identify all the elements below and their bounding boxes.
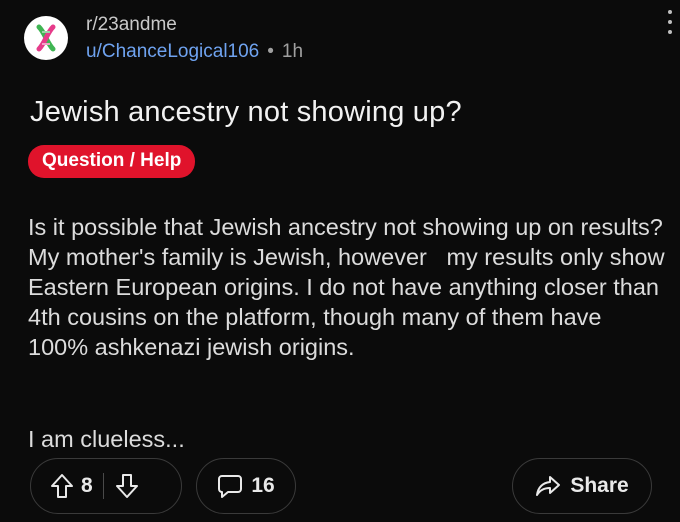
meta-separator: •	[267, 40, 274, 62]
post-time: 1h	[281, 40, 304, 62]
author-username[interactable]: u/ChanceLogical106	[86, 41, 259, 63]
comment-bubble-icon	[218, 475, 243, 498]
subreddit-avatar[interactable]	[24, 16, 68, 61]
post-title[interactable]: Jewish ancestry not showing up?	[30, 96, 462, 129]
post-meta: r/23andme u/ChanceLogical106 • 1h	[86, 14, 303, 63]
share-arrow-icon	[536, 476, 561, 496]
subreddit-name[interactable]: r/23andme	[86, 14, 303, 36]
vote-divider	[102, 473, 105, 499]
23andme-logo-icon	[36, 24, 56, 52]
post-flair[interactable]: Question / Help	[28, 145, 196, 178]
author-row: u/ChanceLogical106 • 1h	[86, 41, 303, 63]
vote-control: 8	[30, 458, 182, 514]
upvote-arrow-icon	[51, 474, 73, 498]
share-button[interactable]: Share	[512, 458, 652, 514]
reddit-post: r/23andme u/ChanceLogical106 • 1h Jewish…	[0, 0, 680, 522]
post-actions: 8 16 Share	[0, 458, 680, 514]
comment-count: 16	[251, 474, 275, 497]
share-label: Share	[570, 474, 629, 497]
post-body-paragraph-1: Is it possible that Jewish ancestry not …	[28, 214, 672, 360]
post-body-paragraph-2: I am clueless...	[28, 426, 185, 452]
vote-count: 8	[81, 474, 93, 497]
downvote-arrow-icon	[116, 474, 139, 498]
more-icon	[668, 10, 672, 14]
upvote-button[interactable]	[45, 466, 79, 506]
more-options-button[interactable]	[666, 10, 674, 34]
post-header: r/23andme u/ChanceLogical106 • 1h	[24, 14, 303, 63]
comments-button[interactable]: 16	[196, 458, 296, 514]
downvote-button[interactable]	[110, 466, 144, 506]
